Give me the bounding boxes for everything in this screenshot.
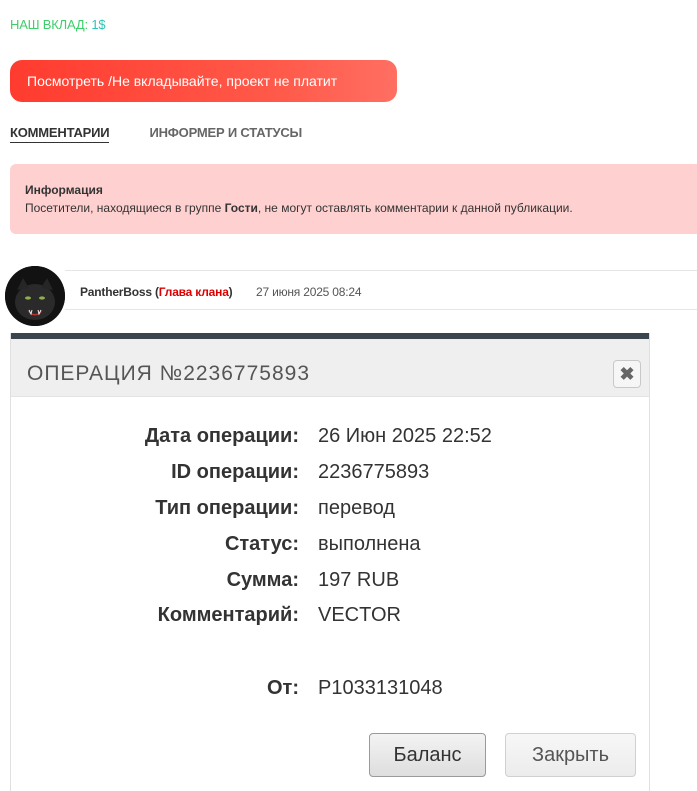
tab-informer-statuses[interactable]: ИНФОРМЕР И СТАТУСЫ xyxy=(149,125,302,143)
comment-date: 27 июня 2025 08:24 xyxy=(256,285,362,299)
field-value: 26 Июн 2025 22:52 xyxy=(318,425,492,447)
field-row-type: Тип операции: перевод xyxy=(11,497,651,527)
field-key: Дата операции: xyxy=(144,425,299,447)
info-text-before: Посетители, находящиеся в группе xyxy=(25,201,225,215)
info-title: Информация xyxy=(25,183,103,197)
divider xyxy=(65,309,697,310)
tabs: КОММЕНТАРИИ ИНФОРМЕР И СТАТУСЫ xyxy=(10,125,302,143)
info-text-after: , не могут оставлять комментарии к данно… xyxy=(257,201,573,215)
info-text: Посетители, находящиеся в группе Гости, … xyxy=(25,201,682,215)
close-icon[interactable]: ✖ xyxy=(613,360,641,388)
divider xyxy=(65,270,697,271)
view-project-button[interactable]: Посмотреть /Не вкладывайте, проект не пл… xyxy=(10,60,397,102)
field-key: Тип операции: xyxy=(155,497,299,519)
info-box: Информация Посетители, находящиеся в гру… xyxy=(10,164,697,234)
investment-label: НАШ ВКЛАД: xyxy=(10,17,88,32)
balance-button[interactable]: Баланс xyxy=(369,733,486,777)
info-group: Гости xyxy=(224,201,258,215)
comment-author-line: PantherBoss (Глава клана) xyxy=(80,285,233,299)
field-key: От: xyxy=(266,677,299,699)
investment-amount: 1$ xyxy=(91,17,106,32)
comment-author[interactable]: PantherBoss xyxy=(80,285,152,299)
field-value: выполнена xyxy=(318,533,421,555)
field-row-status: Статус: выполнена xyxy=(11,533,651,563)
field-value: 197 RUB xyxy=(318,569,400,591)
field-row-comment: Комментарий: VECTOR xyxy=(11,604,651,634)
operation-header: ОПЕРАЦИЯ №2236775893 ✖ xyxy=(11,339,649,397)
avatar[interactable] xyxy=(5,266,65,326)
field-key: Статус: xyxy=(224,533,299,555)
tab-comments[interactable]: КОММЕНТАРИИ xyxy=(10,125,110,143)
investment-line: НАШ ВКЛАД: 1$ xyxy=(10,17,106,32)
close-button[interactable]: Закрыть xyxy=(505,733,636,777)
field-value: VECTOR xyxy=(318,604,401,626)
operation-title: ОПЕРАЦИЯ №2236775893 xyxy=(27,362,310,385)
field-row-id: ID операции: 2236775893 xyxy=(11,461,651,491)
field-value: 2236775893 xyxy=(318,461,430,483)
panther-avatar-icon xyxy=(5,266,65,326)
field-value: перевод xyxy=(318,497,395,519)
operation-screenshot: ОПЕРАЦИЯ №2236775893 ✖ Дата операции: 26… xyxy=(10,333,650,791)
comment-role: Глава клана xyxy=(158,285,229,299)
field-value: P1033131048 xyxy=(318,677,443,699)
field-key: ID операции: xyxy=(171,461,299,483)
field-key: Комментарий: xyxy=(157,604,299,626)
field-row-amount: Сумма: 197 RUB xyxy=(11,569,651,599)
field-row-date: Дата операции: 26 Июн 2025 22:52 xyxy=(11,425,651,455)
field-key: Сумма: xyxy=(226,569,299,591)
field-row-from: От: P1033131048 xyxy=(11,677,651,707)
